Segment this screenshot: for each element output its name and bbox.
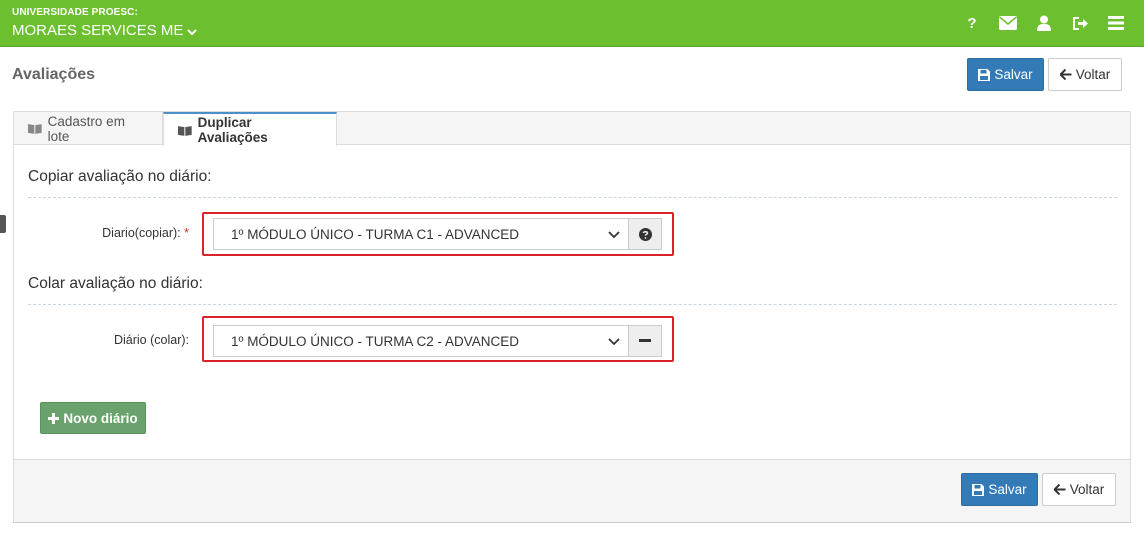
paste-diary-select[interactable]: 1º MÓDULO ÚNICO - TURMA C2 - ADVANCED — [213, 325, 629, 357]
back-button-top[interactable]: Voltar — [1048, 58, 1122, 91]
company-dropdown[interactable]: MORAES SERVICES ME — [12, 22, 198, 39]
copy-section-title: Copiar avaliação no diário: — [28, 168, 212, 185]
paste-section-title: Colar avaliação no diário: — [28, 275, 203, 292]
book-open-icon — [178, 125, 192, 136]
question-glyph: ? — [967, 14, 977, 32]
page-title: Avaliações — [12, 66, 96, 83]
new-diary-button[interactable]: Novo diário — [40, 402, 146, 434]
form-panel: Cadastro em lote Duplicar Avaliações Cop… — [13, 111, 1131, 523]
minus-icon[interactable] — [629, 325, 662, 357]
envelope-icon[interactable] — [990, 5, 1026, 41]
question-circle-icon[interactable] — [629, 218, 662, 250]
tab-label: Duplicar Avaliações — [197, 115, 268, 145]
user-icon[interactable] — [1026, 5, 1062, 41]
chevron-down-icon — [608, 231, 620, 239]
save-button-top[interactable]: Salvar — [967, 58, 1044, 91]
arrow-left-icon — [1059, 69, 1072, 80]
required-mark: * — [184, 226, 189, 240]
top-navbar: UNIVERSIDADE PROESC: MORAES SERVICES ME … — [0, 0, 1144, 47]
question-icon[interactable]: ? — [954, 5, 990, 41]
sign-out-icon[interactable] — [1062, 5, 1098, 41]
copy-field-label: Diario(copiar): * — [54, 226, 189, 240]
tab-cadastro-em-lote[interactable]: Cadastro em lote — [14, 112, 163, 145]
divider — [28, 304, 1117, 305]
menu-icon[interactable] — [1098, 5, 1134, 41]
top-icon-bar: ? — [954, 0, 1134, 46]
save-button-bottom[interactable]: Salvar — [961, 473, 1038, 506]
new-diary-label: Novo diário — [63, 410, 138, 426]
company-name: MORAES SERVICES ME — [12, 22, 184, 39]
tab-duplicar-avaliacoes[interactable]: Duplicar Avaliações — [163, 112, 337, 146]
floppy-disk-icon — [972, 483, 985, 496]
tabs-bar: Cadastro em lote Duplicar Avaliações — [14, 112, 1130, 146]
copy-field-label-text: Diario(copiar): — [102, 226, 181, 240]
institution-name: UNIVERSIDADE PROESC: — [12, 7, 138, 18]
chevron-down-icon — [608, 338, 620, 346]
floppy-disk-icon — [978, 68, 991, 81]
copy-diary-select[interactable]: 1º MÓDULO ÚNICO - TURMA C1 - ADVANCED — [213, 218, 629, 250]
copy-diary-selected: 1º MÓDULO ÚNICO - TURMA C1 - ADVANCED — [231, 226, 519, 242]
panel-footer: Salvar Voltar — [14, 459, 1130, 522]
divider — [28, 197, 1117, 198]
book-open-icon — [28, 124, 42, 134]
tab-label: Cadastro em lote — [47, 113, 125, 144]
back-label: Voltar — [1069, 482, 1105, 497]
paste-field-label: Diário (colar): — [113, 333, 189, 347]
save-label: Salvar — [994, 67, 1033, 82]
paste-diary-selected: 1º MÓDULO ÚNICO - TURMA C2 - ADVANCED — [231, 333, 519, 349]
back-button-bottom[interactable]: Voltar — [1042, 473, 1116, 506]
back-label: Voltar — [1075, 67, 1111, 82]
arrow-left-icon — [1053, 484, 1066, 495]
plus-icon — [48, 412, 60, 424]
chevron-down-icon — [187, 28, 198, 35]
sidebar-toggle-handle[interactable] — [0, 215, 6, 233]
save-label: Salvar — [988, 482, 1027, 497]
